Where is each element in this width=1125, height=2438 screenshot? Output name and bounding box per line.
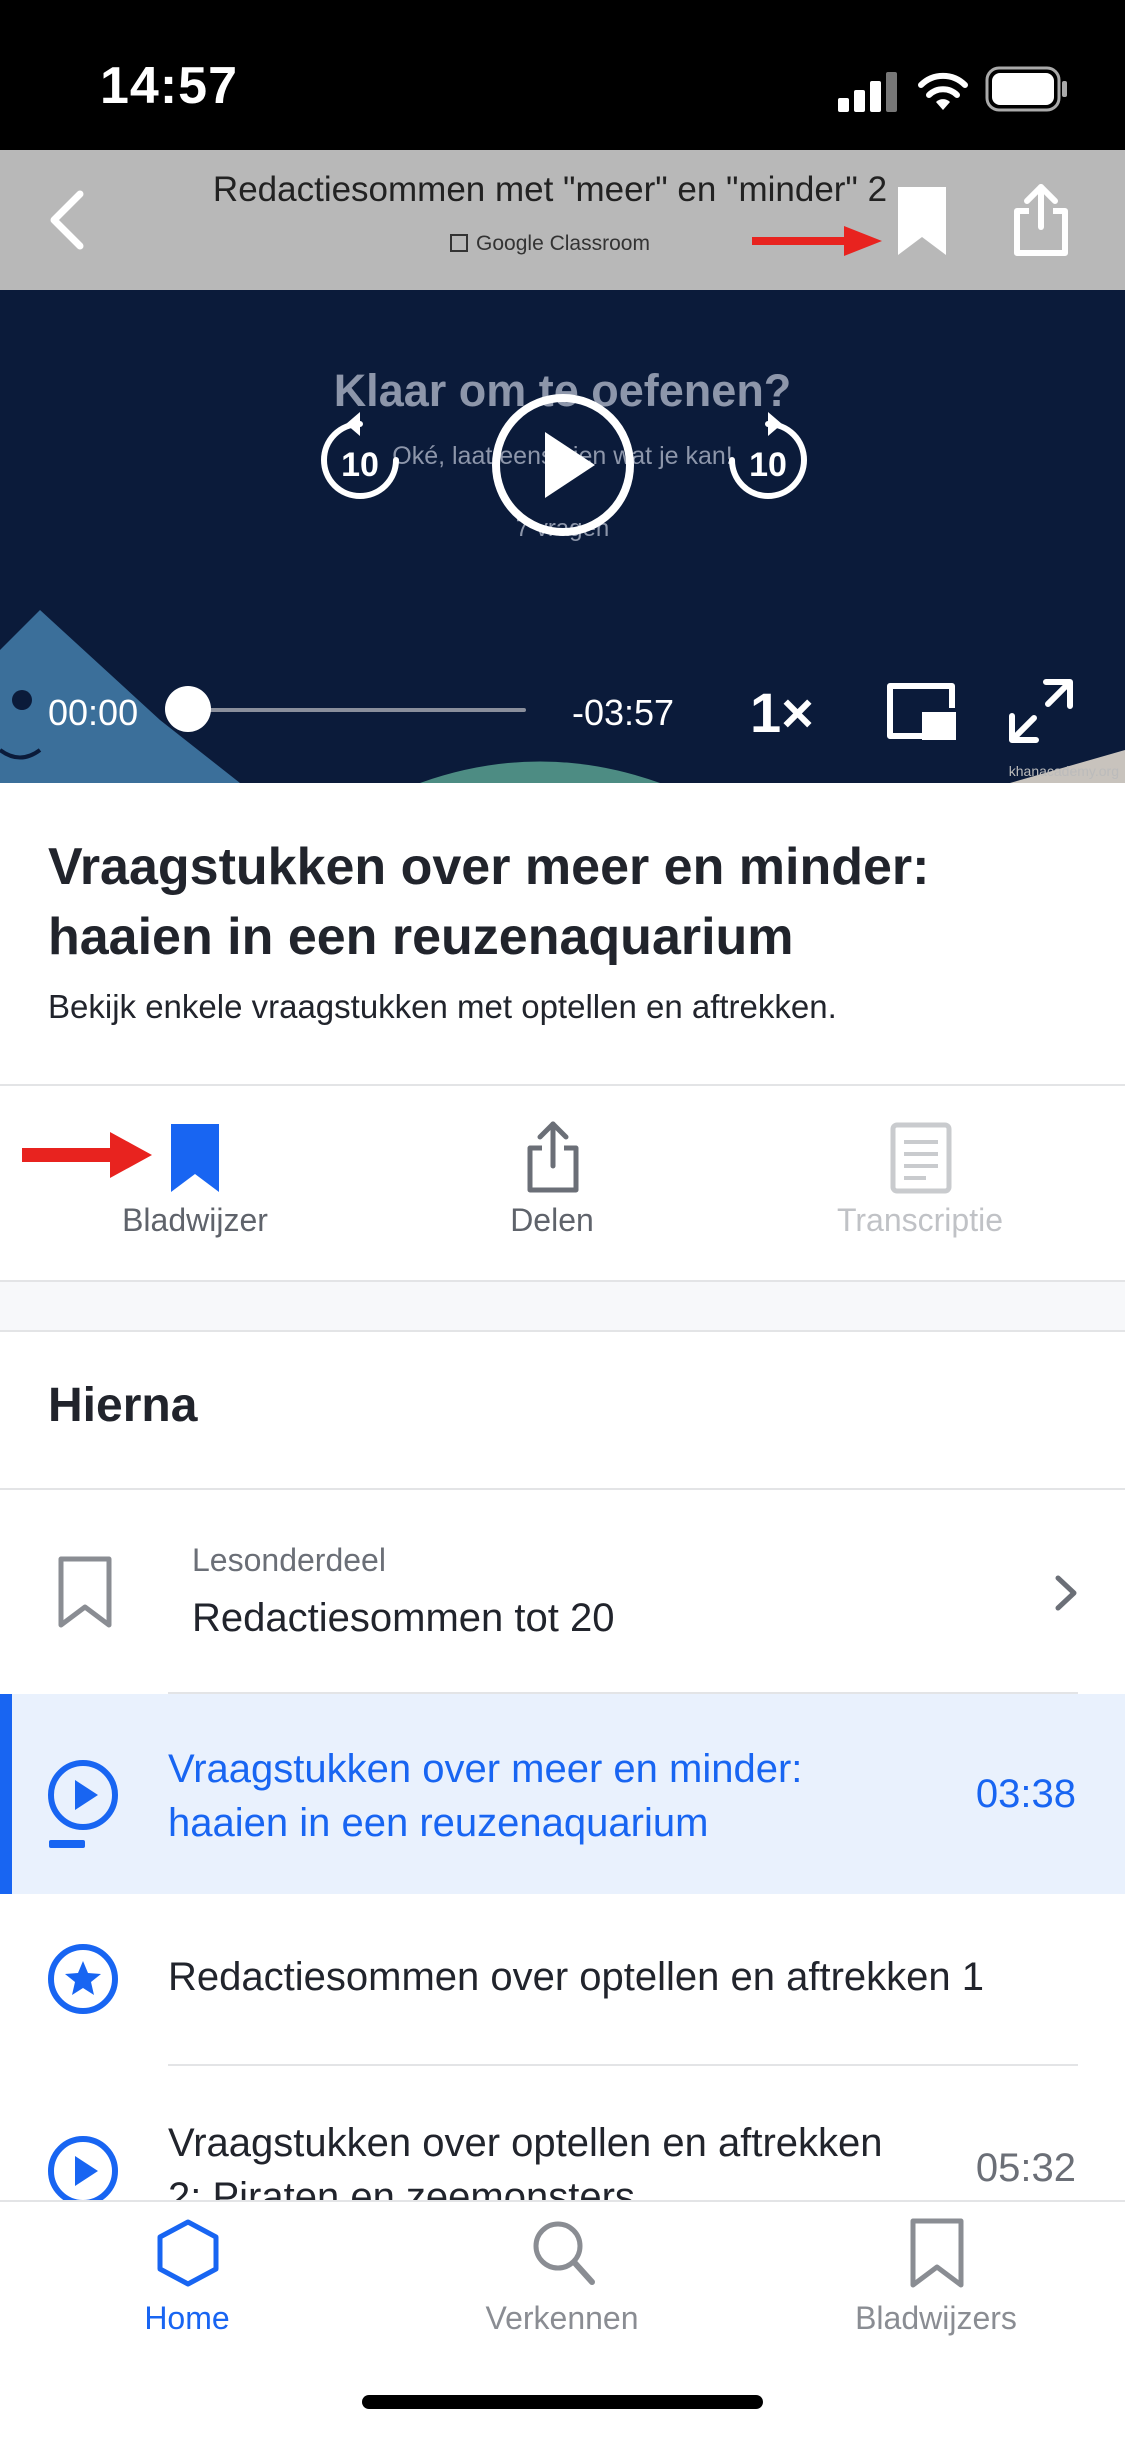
subtitle-text: Google Classroom <box>476 232 650 255</box>
list-item[interactable]: Redactiesommen over optellen en aftrekke… <box>0 1896 1125 2064</box>
list-item-duration: 05:32 <box>975 2146 1076 2190</box>
tab-explore[interactable]: Verkennen <box>432 2208 692 2348</box>
skip-back-button[interactable]: 10 <box>312 410 408 506</box>
cellular-signal-icon <box>838 72 897 112</box>
annotation-arrow-icon <box>752 226 882 256</box>
play-icon <box>48 1760 118 1848</box>
tab-home[interactable]: Home <box>57 2208 317 2348</box>
unit-title: Redactiesommen tot 20 <box>192 1596 615 1640</box>
skip-forward-label: 10 <box>749 446 787 484</box>
playback-speed-button[interactable]: 1× <box>750 680 814 745</box>
current-indicator <box>0 1694 12 1894</box>
unit-kicker: Lesonderdeel <box>192 1542 386 1578</box>
play-button[interactable] <box>490 392 636 538</box>
wifi-icon <box>918 72 968 110</box>
search-icon <box>533 2221 595 2285</box>
remaining-time: -03:57 <box>572 692 675 733</box>
tab-bookmarks[interactable]: Bladwijzers <box>806 2208 1066 2348</box>
title-line-2: haaien in een reuzenaquarium <box>168 1801 709 1845</box>
unit-row[interactable]: Lesonderdeel Redactiesommen tot 20 <box>0 1490 1125 1692</box>
battery-icon <box>985 66 1067 112</box>
list-item-duration: 03:38 <box>975 1772 1076 1816</box>
home-indicator[interactable] <box>362 2395 763 2409</box>
share-action-button[interactable]: Delen <box>402 1118 702 1258</box>
skip-forward-button[interactable]: 10 <box>720 410 816 506</box>
fullscreen-button[interactable] <box>1008 678 1074 744</box>
tab-explore-label: Verkennen <box>485 2300 639 2336</box>
divider <box>0 1084 1125 1086</box>
status-time: 14:57 <box>100 57 238 115</box>
tab-home-label: Home <box>144 2300 230 2336</box>
share-button-top[interactable] <box>1011 183 1071 257</box>
list-item-title: Vraagstukken over optellen en aftrekken … <box>168 2116 928 2200</box>
list-item-title: Redactiesommen over optellen en aftrekke… <box>168 1955 985 1999</box>
transcript-icon <box>890 1122 952 1194</box>
classroom-icon <box>450 234 469 252</box>
home-hexagon-icon <box>157 2219 219 2287</box>
list-item-title: Vraagstukken over meer en minder: haaien… <box>168 1742 928 1850</box>
video-description: Bekijk enkele vraagstukken met optellen … <box>48 988 837 1025</box>
up-next-heading: Hierna <box>48 1379 198 1432</box>
watermark: khanacademy.org <box>1008 763 1119 779</box>
bookmark-outline-icon <box>58 1556 112 1628</box>
chevron-right-icon <box>1055 1575 1077 1611</box>
section-gap <box>0 1280 1125 1332</box>
share-label: Delen <box>510 1202 594 1238</box>
title-line-2: 2: Piraten en zeemonsters <box>168 2175 635 2200</box>
seek-bar[interactable] <box>188 708 526 712</box>
back-button[interactable] <box>42 188 92 252</box>
bookmark-outline-icon <box>910 2218 964 2288</box>
tab-bookmarks-label: Bladwijzers <box>855 2300 1017 2336</box>
page-title: Redactiesommen met "meer" en "minder" 2 <box>212 170 888 209</box>
bookmark-action-button[interactable]: Bladwijzer <box>45 1118 345 1258</box>
skip-back-label: 10 <box>341 446 379 484</box>
transcript-label: Transcriptie <box>837 1202 1003 1238</box>
video-title: Vraagstukken over meer en minder: haaien… <box>48 838 930 966</box>
list-item[interactable]: Vraagstukken over optellen en aftrekken … <box>0 2066 1125 2200</box>
title-line-1: Vraagstukken over meer en minder: <box>168 1747 803 1791</box>
play-icon <box>48 2136 118 2200</box>
picture-in-picture-button[interactable] <box>884 680 958 742</box>
seek-handle[interactable] <box>165 686 211 732</box>
share-icon <box>527 1121 579 1193</box>
star-exercise-icon <box>48 1944 118 2014</box>
bookmark-label: Bladwijzer <box>122 1202 268 1238</box>
bookmark-icon-top[interactable] <box>896 185 948 257</box>
bookmark-icon <box>171 1124 219 1192</box>
title-line-1: Vraagstukken over optellen en aftrekken <box>168 2121 883 2165</box>
transcript-action-button[interactable]: Transcriptie <box>770 1118 1070 1258</box>
elapsed-time: 00:00 <box>48 692 139 733</box>
